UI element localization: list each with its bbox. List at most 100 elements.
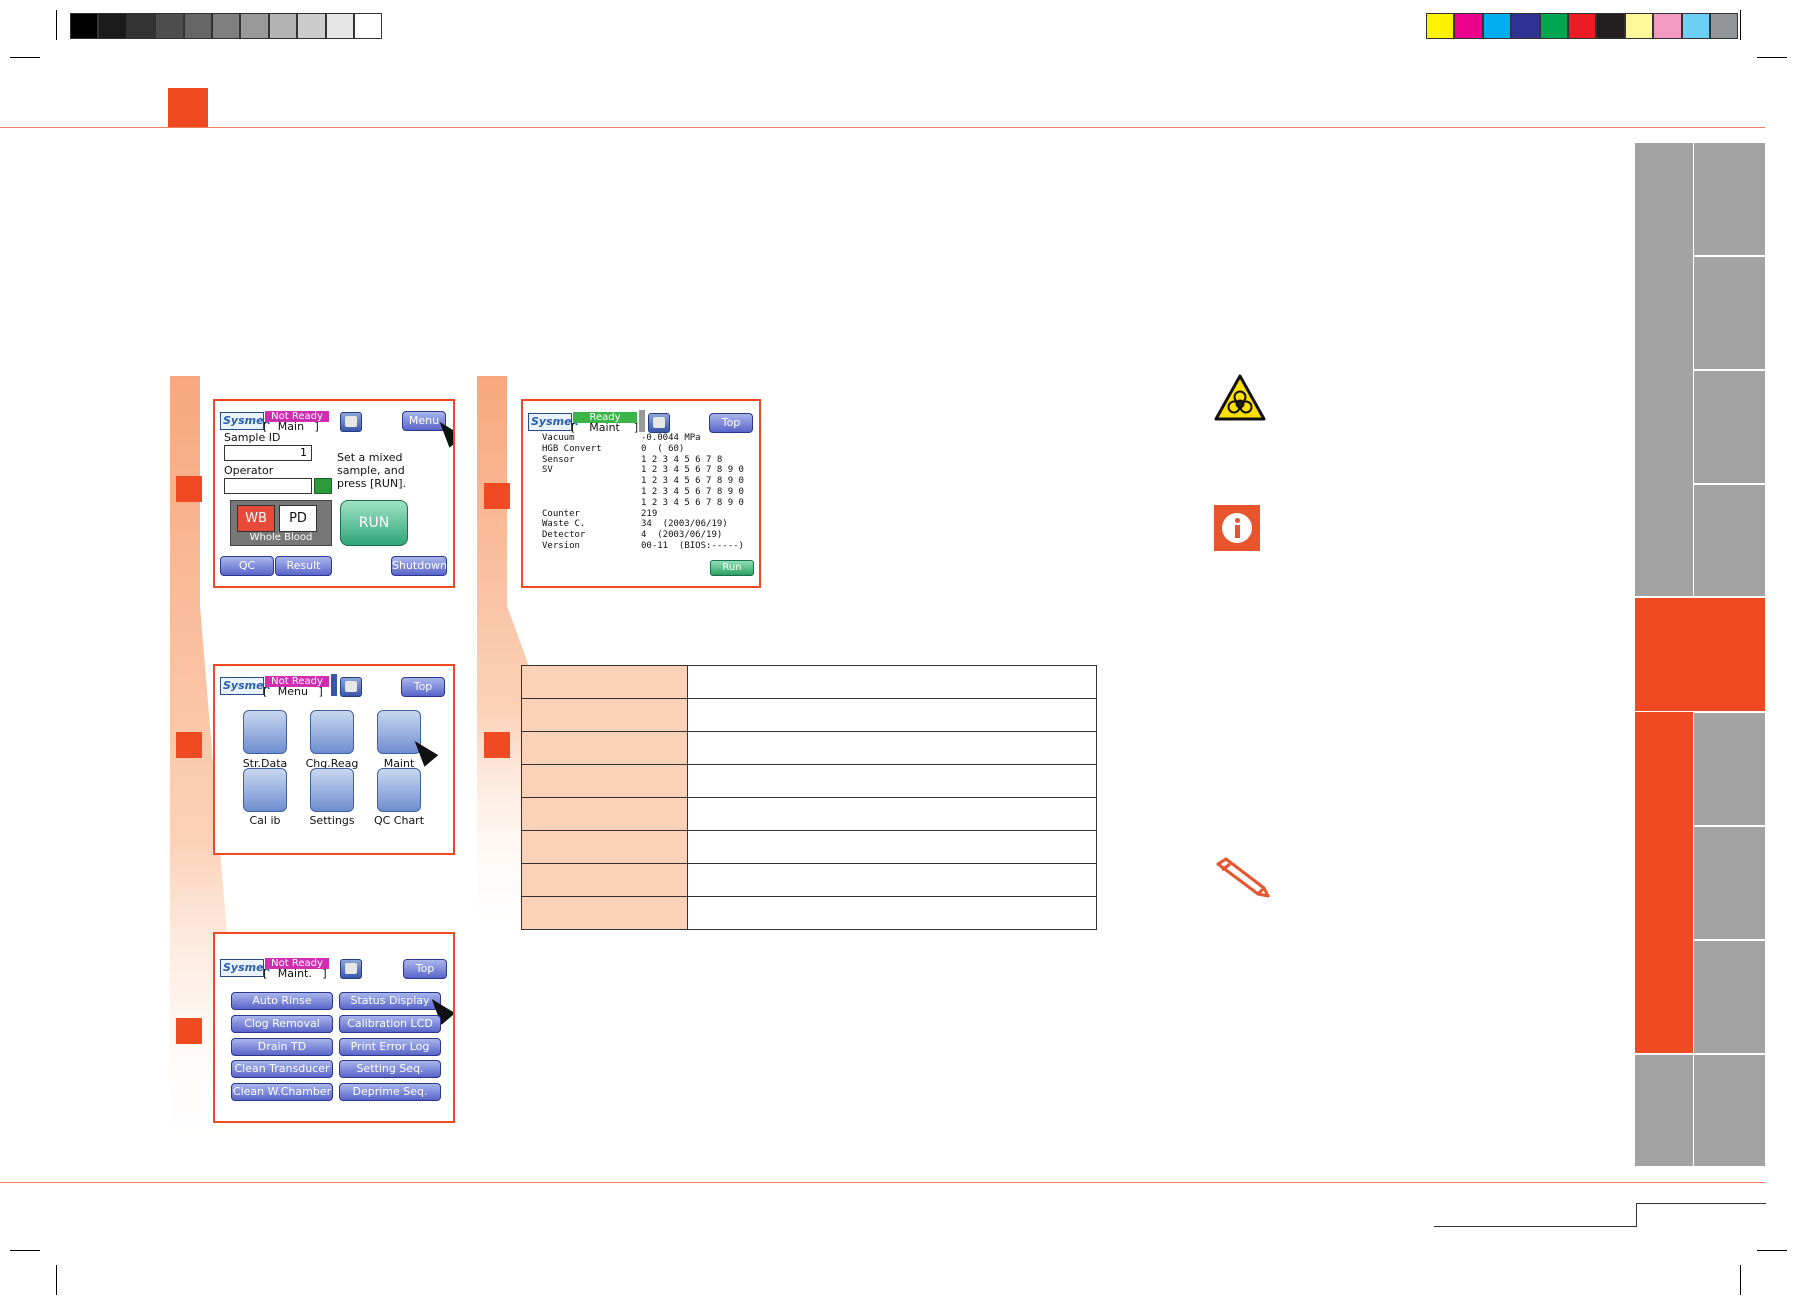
crop-mark [56, 1265, 57, 1295]
clipboard-icon[interactable] [340, 677, 362, 697]
sample-id-input[interactable]: 1 [224, 445, 312, 461]
deprime-seq-button[interactable]: Deprime Seq. [339, 1083, 441, 1101]
chapter-tab[interactable] [1694, 257, 1765, 370]
main-screen: Sysmex Not Ready [ Main ] Menu Sample ID… [213, 399, 455, 588]
chapter-tab[interactable] [1694, 371, 1765, 484]
color-swatch [1681, 13, 1710, 39]
status-row-value: 1 2 3 4 5 6 7 8 9 0 [641, 487, 744, 497]
top-button[interactable]: Top [401, 677, 445, 697]
settings-icon[interactable] [310, 768, 354, 812]
calibration-icon[interactable] [243, 768, 287, 812]
table-row [521, 797, 1097, 831]
table-row [521, 764, 1097, 798]
sysmex-logo: Sysmex [528, 413, 579, 431]
qc-button[interactable]: QC [220, 556, 274, 576]
page-number-box-rule [1636, 1203, 1766, 1204]
color-swatch [183, 13, 212, 39]
clean-transducer-button[interactable]: Clean Transducer [231, 1060, 333, 1078]
status-row-label: Waste C. [542, 519, 586, 530]
chapter-tab[interactable] [1694, 827, 1765, 940]
step-marker-3 [176, 1018, 202, 1044]
color-swatch [354, 13, 383, 39]
color-swatch [1653, 13, 1682, 39]
sysmex-logo: Sysmex [220, 412, 271, 430]
chapter-tab[interactable] [1694, 941, 1765, 1054]
chapter-tab[interactable] [1694, 713, 1765, 826]
setting-seq-button[interactable]: Setting Seq. [339, 1060, 441, 1078]
operator-select-arrow-icon[interactable] [314, 478, 332, 494]
print-error-log-button[interactable]: Print Error Log [339, 1038, 441, 1056]
crop-mark [1757, 1250, 1787, 1251]
page-number-box-rule [1636, 1203, 1637, 1227]
result-button[interactable]: Result [275, 556, 332, 576]
clipboard-icon[interactable] [340, 412, 362, 432]
table-label-cell [521, 797, 688, 831]
mode-indicator: [ Menu ] [263, 685, 323, 698]
chapter-tab[interactable] [1694, 143, 1765, 256]
crop-mark [10, 57, 40, 58]
table-row [521, 896, 1097, 930]
status-row-value: 34 (2003/06/19) [641, 519, 728, 530]
chapter-tab[interactable] [1635, 143, 1693, 597]
crop-mark [1757, 57, 1787, 58]
color-swatch [325, 13, 354, 39]
status-row-label: Detector [542, 530, 586, 541]
table-value-cell [687, 863, 1097, 897]
header-rule [0, 127, 1765, 128]
menu-item-label: QC Chart [373, 814, 425, 827]
page-number-box-rule [1434, 1226, 1636, 1227]
table-value-cell [687, 764, 1097, 798]
shutdown-button[interactable]: Shutdown [391, 556, 447, 576]
drain-td-chamber-button[interactable]: Drain TD Chamber [231, 1038, 333, 1069]
table-label-cell [521, 830, 688, 864]
clipboard-icon[interactable] [340, 959, 362, 979]
table-label-cell [521, 698, 688, 732]
chapter-tab[interactable] [1694, 485, 1765, 597]
stored-data-icon[interactable] [243, 710, 287, 754]
step-marker-1 [176, 476, 202, 502]
clog-removal-button[interactable]: Clog Removal [231, 1015, 333, 1033]
chapter-tab-active[interactable] [1635, 712, 1693, 1054]
operator-input[interactable] [224, 478, 312, 494]
run-button[interactable]: Run [710, 560, 754, 576]
scroll-indicator [331, 674, 337, 696]
chapter-marker [168, 88, 208, 128]
run-button[interactable]: RUN [340, 500, 408, 546]
chapter-tab[interactable] [1635, 1055, 1693, 1167]
status-display-button[interactable]: Status Display [339, 992, 441, 1010]
color-swatch [1511, 13, 1540, 39]
clean-w-chamber-button[interactable]: Clean W.Chamber [231, 1083, 333, 1101]
chapter-tab[interactable] [1694, 1055, 1765, 1167]
calibration-lcd-button[interactable]: Calibration LCD [339, 1015, 441, 1033]
chapter-tab-active[interactable] [1635, 598, 1765, 712]
color-swatch [1454, 13, 1483, 39]
top-button[interactable]: Top [403, 959, 447, 979]
table-row [521, 863, 1097, 897]
status-row-value: 00-11 (BIOS:-----) [641, 541, 744, 551]
status-row-label: HGB Convert [542, 443, 602, 454]
pd-button[interactable]: PD [279, 505, 317, 532]
color-swatch [1568, 13, 1597, 39]
status-row-value: 219 [641, 508, 658, 519]
step-marker-2 [176, 732, 202, 758]
settings-table [521, 665, 1097, 930]
clipboard-icon[interactable] [648, 413, 670, 433]
mode-caption: Whole Blood [249, 532, 313, 543]
wb-button[interactable]: WB [237, 505, 275, 532]
auto-rinse-button[interactable]: Auto Rinse [231, 992, 333, 1010]
status-row-label: Vacuum [542, 433, 575, 443]
color-swatch [155, 13, 184, 39]
table-row [521, 731, 1097, 765]
crop-mark [1740, 10, 1741, 40]
table-row [521, 698, 1097, 732]
color-swatch [70, 13, 99, 39]
instruction-text: Set a mixed sample, and press [RUN]. [337, 451, 406, 490]
color-swatch [126, 13, 156, 39]
table-value-cell [687, 896, 1097, 930]
menu-item-label: Cal ib [249, 814, 281, 827]
qc-chart-icon[interactable] [377, 768, 421, 812]
color-swatch [1596, 13, 1625, 39]
status-row-value: 0 ( 60) [641, 443, 685, 454]
change-reagent-icon[interactable] [310, 710, 354, 754]
top-button[interactable]: Top [709, 413, 753, 433]
